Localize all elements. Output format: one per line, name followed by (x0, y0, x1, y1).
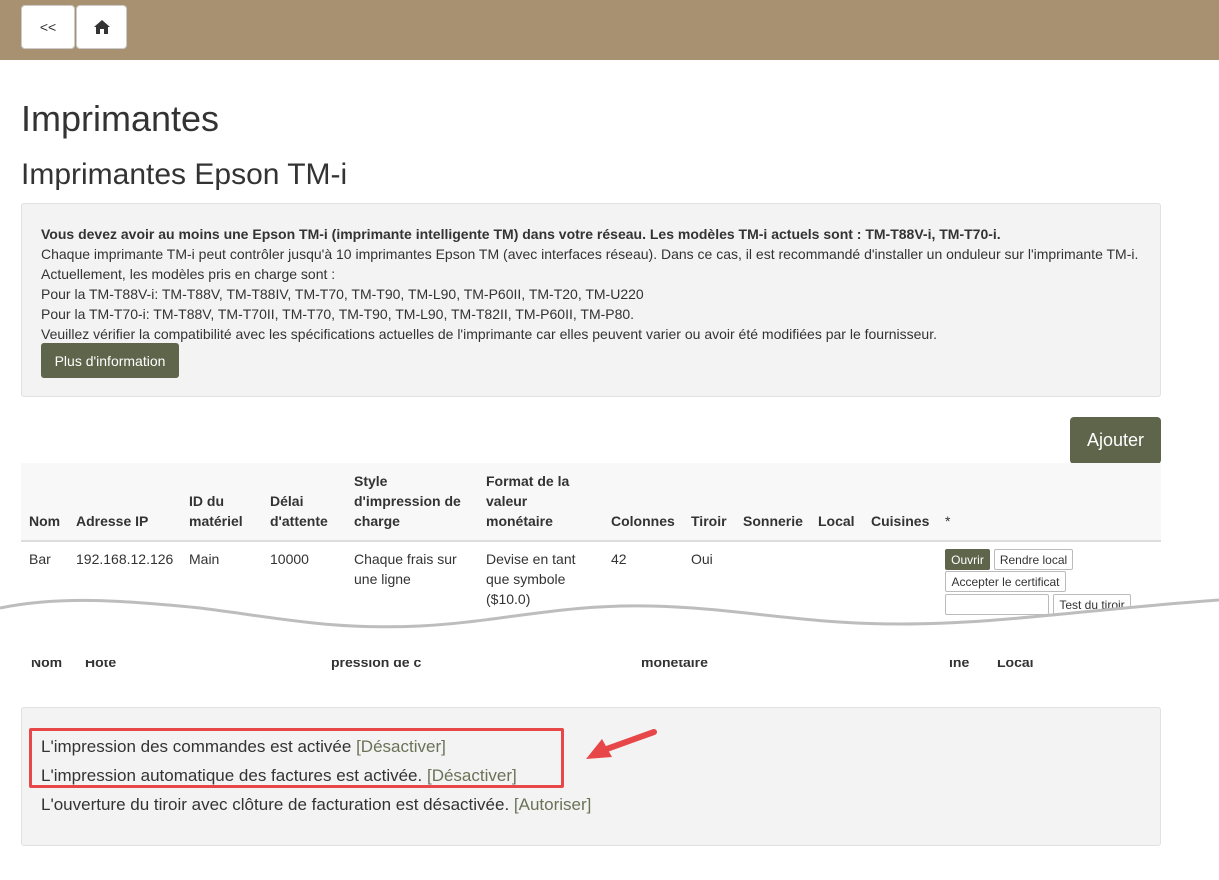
cell-ip: 192.168.12.126 (76, 551, 174, 567)
more-info-button[interactable]: Plus d'information (41, 343, 179, 378)
cell-device-id: Main (189, 551, 220, 567)
info-panel: Vous devez avoir au moins une Epson TM-i… (21, 203, 1161, 397)
header-ip: Adresse IP (76, 513, 149, 529)
cell-name: Bar (29, 551, 51, 567)
header-local: Local (818, 513, 855, 529)
add-button[interactable]: Ajouter (1070, 417, 1161, 464)
header-columns: Colonnes (611, 513, 675, 529)
header-bell: Sonnerie (743, 513, 803, 529)
accept-certificate-button[interactable]: Accepter le certificat (945, 571, 1066, 592)
cell-drawer: Oui (691, 551, 713, 567)
header-currency-format: Format de la valeur monétaire (486, 473, 570, 529)
torn-edge (0, 598, 1219, 640)
header-timeout: Délai d'attente (270, 493, 328, 529)
header-drawer: Tiroir (691, 513, 727, 529)
open-button[interactable]: Ouvrir (945, 549, 990, 570)
home-button[interactable] (76, 5, 127, 49)
printer-table-header: Nom Adresse IP ID du matériel Délai d'atte… (21, 463, 1161, 542)
section-title: Imprimantes Epson TM-i (21, 158, 348, 191)
header-name: Nom (29, 513, 61, 529)
cell-timeout: 10000 (270, 551, 309, 567)
top-bar: << (0, 0, 1219, 60)
header-kitchens: Cuisines (871, 513, 930, 529)
info-line-requirement: Vous devez avoir au moins une Epson TM-i… (41, 226, 1001, 242)
info-line-t88: Pour la TM-T88V-i: TM-T88V, TM-T88IV, TM… (41, 286, 644, 302)
allow-drawer-opening-link[interactable]: [Autoriser] (514, 795, 591, 814)
info-line-capacity: Chaque imprimante TM-i peut contrôler ju… (41, 246, 1139, 262)
cell-print-style: Chaque frais sur une ligne (354, 551, 457, 587)
arrow-icon (586, 729, 657, 759)
fragment-mask (171, 660, 901, 688)
page-title: Imprimantes (21, 98, 220, 139)
drawer-opening-text: L'ouverture du tiroir avec clôture de fa… (41, 795, 510, 814)
info-line-supported: Actuellement, les modèles pris en charge… (41, 266, 336, 282)
header-device-id: ID du matériel (189, 493, 243, 529)
highlight-box (29, 728, 564, 788)
cell-columns: 42 (611, 551, 627, 567)
info-line-t70: Pour la TM-T70-i: TM-T88V, TM-T70II, TM-… (41, 306, 635, 322)
home-icon (93, 20, 110, 34)
header-print-style: Style d'impression de charge (354, 473, 461, 529)
drawer-opening-status: L'ouverture du tiroir avec clôture de fa… (41, 795, 591, 815)
make-local-button[interactable]: Rendre local (994, 549, 1073, 570)
info-line-compat: Veuillez vérifier la compatibilité avec … (41, 326, 937, 342)
back-button[interactable]: << (21, 5, 75, 49)
header-star: * (945, 513, 951, 529)
